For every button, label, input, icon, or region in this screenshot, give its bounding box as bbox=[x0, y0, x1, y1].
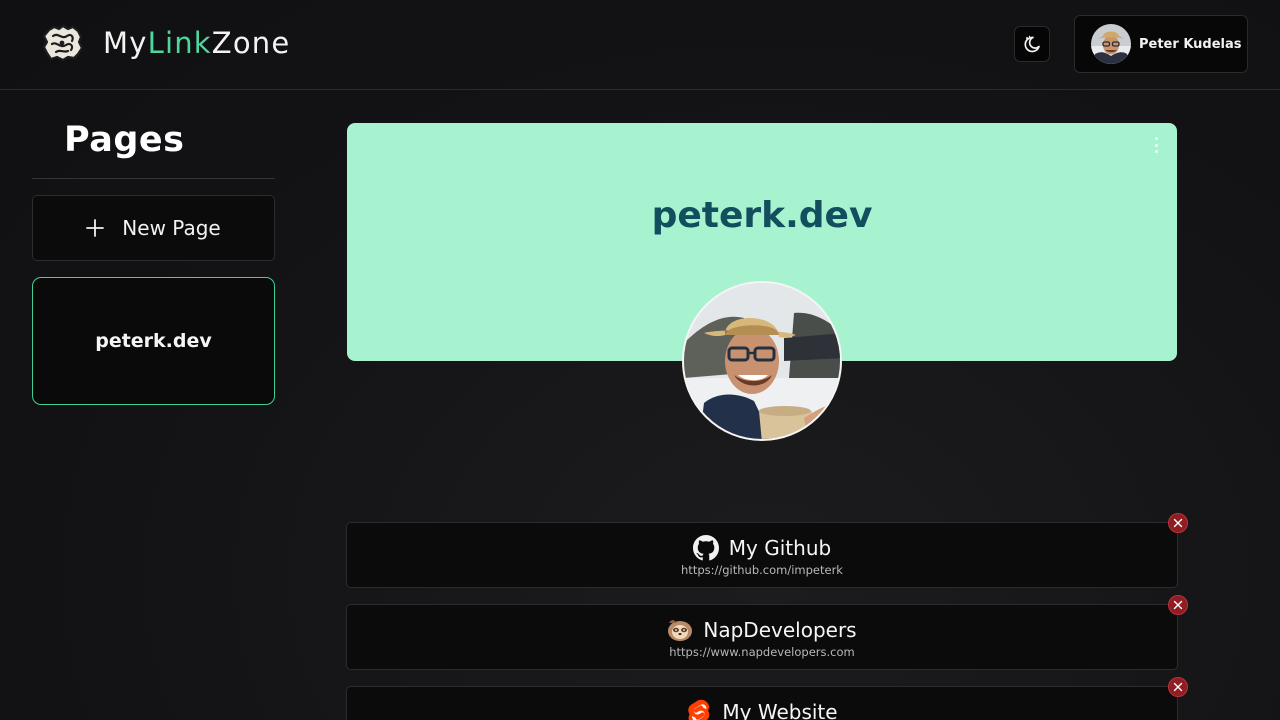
sidebar-title: Pages bbox=[64, 120, 185, 160]
link-title: NapDevelopers bbox=[703, 618, 857, 642]
close-icon bbox=[1173, 682, 1183, 692]
github-icon bbox=[692, 535, 719, 561]
remove-link-button[interactable] bbox=[1168, 513, 1188, 533]
logo-text-prefix: My bbox=[103, 26, 148, 60]
new-page-label: New Page bbox=[122, 216, 221, 240]
link-card[interactable]: NapDevelopers https://www.napdevelopers.… bbox=[346, 595, 1188, 670]
link-title: My Website bbox=[722, 700, 838, 720]
banner-title: peterk.dev bbox=[651, 195, 873, 236]
link-title: My Github bbox=[728, 536, 832, 560]
logo-icon bbox=[42, 24, 84, 62]
logo-text: MyLinkZone bbox=[103, 26, 290, 60]
link-url: https://www.napdevelopers.com bbox=[669, 645, 855, 659]
logo[interactable]: MyLinkZone bbox=[40, 22, 290, 64]
remove-link-button[interactable] bbox=[1168, 595, 1188, 615]
sidebar-divider bbox=[32, 178, 275, 179]
sloth-icon bbox=[668, 620, 693, 641]
app-header: MyLinkZone Peter Kudelas bbox=[0, 0, 1280, 90]
link-row: My Github bbox=[347, 535, 1177, 561]
close-icon bbox=[1173, 518, 1183, 528]
link-row: NapDevelopers bbox=[347, 617, 1177, 643]
svelte-icon bbox=[688, 699, 710, 720]
profile-photo bbox=[682, 281, 842, 441]
new-page-button[interactable]: New Page bbox=[32, 195, 275, 261]
plus-icon bbox=[86, 219, 105, 237]
link-card[interactable]: My Github https://github.com/impeterk bbox=[346, 513, 1188, 588]
user-avatar bbox=[1091, 24, 1131, 64]
logo-text-suffix: Zone bbox=[211, 26, 291, 60]
link-row: My Website bbox=[347, 699, 1177, 720]
logo-text-accent: Link bbox=[147, 26, 212, 60]
sidebar-page-label: peterk.dev bbox=[95, 330, 212, 352]
link-url: https://github.com/impeterk bbox=[681, 563, 843, 577]
remove-link-button[interactable] bbox=[1168, 677, 1188, 697]
user-menu-button[interactable]: Peter Kudelas bbox=[1074, 15, 1248, 73]
more-options-icon[interactable] bbox=[1151, 137, 1161, 153]
moon-stars-icon bbox=[1024, 35, 1040, 53]
close-icon bbox=[1173, 600, 1183, 610]
user-name: Peter Kudelas bbox=[1139, 36, 1242, 52]
sidebar-page-item[interactable]: peterk.dev bbox=[32, 277, 275, 405]
theme-toggle-button[interactable] bbox=[1014, 26, 1050, 62]
link-card[interactable]: My Website bbox=[346, 677, 1188, 720]
